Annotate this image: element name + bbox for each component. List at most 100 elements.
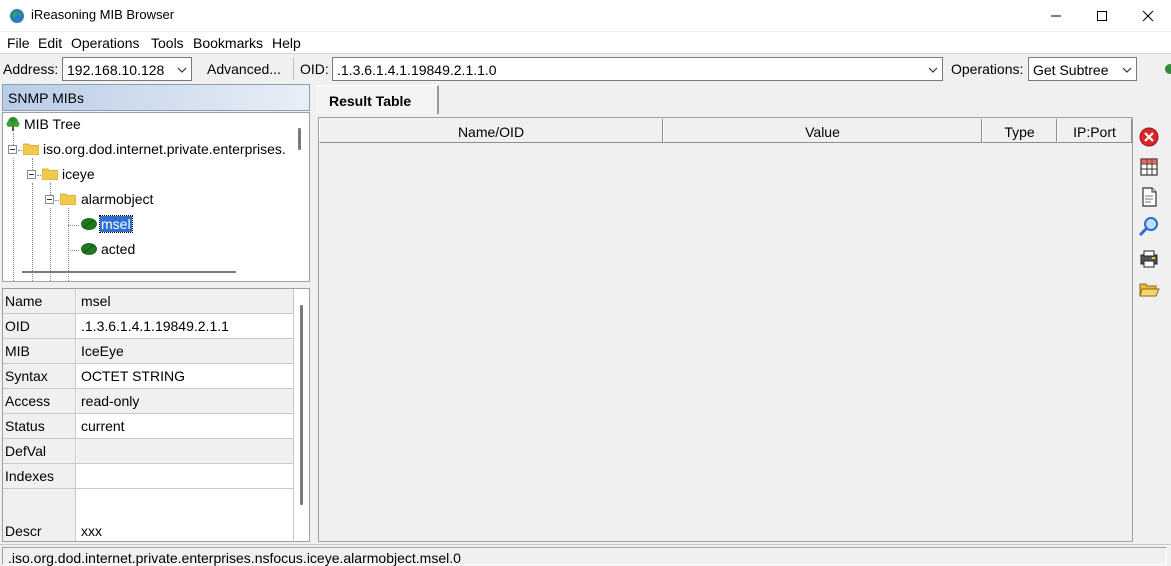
operations-combo[interactable]: Get Subtree <box>1028 57 1137 81</box>
tree-vertical-scrollbar[interactable] <box>298 128 301 150</box>
tab-result-table[interactable]: Result Table <box>316 85 439 114</box>
column-header-value[interactable]: Value <box>663 119 982 143</box>
collapse-toggle[interactable] <box>27 170 36 179</box>
magnifier-icon[interactable] <box>1137 215 1161 239</box>
property-row-syntax: Syntax OCTET STRING <box>3 364 293 389</box>
property-row-name: Name msel <box>3 289 293 314</box>
properties-vertical-scrollbar[interactable] <box>300 305 303 505</box>
tree-node-acted[interactable]: acted <box>79 238 159 260</box>
menu-bookmarks[interactable]: Bookmarks <box>193 35 263 51</box>
window-title: iReasoning MIB Browser <box>31 7 175 22</box>
tree-node-msel[interactable]: msel <box>79 213 159 235</box>
tree-node-label: MIB Tree <box>24 116 81 132</box>
open-folder-icon[interactable] <box>1137 277 1161 301</box>
status-text: .iso.org.dod.internet.private.enterprise… <box>8 550 461 566</box>
property-key: Syntax <box>3 364 76 388</box>
advanced-button[interactable]: Advanced... <box>201 57 289 81</box>
close-icon <box>1142 10 1154 22</box>
property-value: IceEye <box>77 339 293 363</box>
app-globe-icon <box>10 9 24 23</box>
property-key: DefVal <box>3 439 76 463</box>
maximize-icon <box>1097 11 1107 21</box>
snmp-mibs-title: SNMP MIBs <box>8 90 84 106</box>
chevron-down-icon <box>1122 67 1132 73</box>
address-combo[interactable]: 192.168.10.128 <box>62 57 192 81</box>
property-row-descr: Descr xxx <box>3 489 293 541</box>
advanced-button-label: Advanced... <box>207 61 281 77</box>
property-value <box>77 464 293 488</box>
oid-combo[interactable]: .1.3.6.1.4.1.19849.2.1.1.0 <box>332 57 943 81</box>
tree-connector <box>68 250 79 251</box>
column-header-type[interactable]: Type <box>982 119 1057 143</box>
property-key: Access <box>3 389 76 413</box>
tree-connector <box>32 183 33 281</box>
property-key: Descr <box>3 489 76 541</box>
collapse-toggle[interactable] <box>45 195 54 204</box>
close-red-icon[interactable] <box>1137 125 1161 149</box>
tree-horizontal-scrollbar[interactable] <box>22 271 236 273</box>
property-value: read-only <box>77 389 293 413</box>
tree-connector <box>68 225 79 226</box>
result-table[interactable]: Name/OID Value Type IP:Port <box>318 117 1133 542</box>
address-value: 192.168.10.128 <box>67 62 165 78</box>
column-header-name-oid[interactable]: Name/OID <box>319 119 663 143</box>
print-icon[interactable] <box>1137 247 1161 271</box>
collapse-toggle[interactable] <box>8 145 17 154</box>
operations-value: Get Subtree <box>1033 62 1109 78</box>
status-box: .iso.org.dod.internet.private.enterprise… <box>2 547 1167 566</box>
tree-node-iceye[interactable]: iceye <box>40 163 160 185</box>
leaf-icon <box>81 243 97 255</box>
property-key: OID <box>3 314 76 338</box>
menu-tools[interactable]: Tools <box>151 35 184 51</box>
table-grid-icon[interactable] <box>1137 155 1161 179</box>
property-key: Indexes <box>3 464 76 488</box>
document-icon[interactable] <box>1137 185 1161 209</box>
menu-help[interactable]: Help <box>272 35 301 51</box>
mib-properties-table: Name msel OID .1.3.6.1.4.1.19849.2.1.1 M… <box>2 288 310 542</box>
tree-icon <box>6 117 20 131</box>
result-table-body[interactable] <box>319 144 1132 541</box>
tree-node-label: iso.org.dod.internet.private.enterprises… <box>43 141 286 157</box>
chevron-down-icon <box>177 67 187 73</box>
toolbar-separator <box>293 58 294 80</box>
property-row-mib: MIB IceEye <box>3 339 293 364</box>
property-key: Status <box>3 414 76 438</box>
property-value <box>77 439 293 463</box>
operations-label: Operations: <box>951 61 1024 77</box>
menu-operations[interactable]: Operations <box>71 35 139 51</box>
minimize-icon <box>1051 15 1061 17</box>
property-value: msel <box>77 289 293 313</box>
oid-value: .1.3.6.1.4.1.19849.2.1.1.0 <box>337 62 497 78</box>
tree-node-mib-tree[interactable]: MIB Tree <box>5 113 205 135</box>
menu-edit[interactable]: Edit <box>38 35 62 51</box>
address-toolbar: Address: 192.168.10.128 Advanced... OID:… <box>0 55 1171 83</box>
tab-label: Result Table <box>329 93 412 109</box>
property-value: .1.3.6.1.4.1.19849.2.1.1 <box>81 318 229 334</box>
folder-icon <box>60 193 76 205</box>
mib-tree[interactable]: MIB Tree iso.org.dod.internet.private.en… <box>2 112 310 282</box>
property-row-access: Access read-only <box>3 389 293 414</box>
folder-icon <box>42 168 58 180</box>
property-value: OCTET STRING <box>81 368 185 384</box>
result-tabs: Result Table <box>316 84 1171 114</box>
column-header-ip-port[interactable]: IP:Port <box>1057 119 1132 143</box>
close-button[interactable] <box>1125 0 1171 32</box>
snmp-mibs-header: SNMP MIBs <box>2 84 310 111</box>
property-row-indexes: Indexes <box>3 464 293 489</box>
tree-connector <box>13 158 14 281</box>
status-bar: .iso.org.dod.internet.private.enterprise… <box>0 544 1171 566</box>
go-icon[interactable] <box>1164 63 1171 75</box>
maximize-button[interactable] <box>1079 0 1125 32</box>
oid-label: OID: <box>300 61 329 77</box>
tree-node-enterprises[interactable]: iso.org.dod.internet.private.enterprises… <box>21 138 309 160</box>
tree-node-label: acted <box>101 241 136 257</box>
tree-node-alarmobject[interactable]: alarmobject <box>58 188 208 210</box>
chevron-down-icon <box>928 67 938 73</box>
property-row-status: Status current <box>3 414 293 439</box>
minimize-button[interactable] <box>1033 0 1079 32</box>
address-label: Address: <box>3 61 59 77</box>
menu-file[interactable]: File <box>7 35 30 51</box>
tree-node-label: iceye <box>62 166 95 182</box>
folder-icon <box>23 143 39 155</box>
property-value: xxx <box>81 523 102 539</box>
